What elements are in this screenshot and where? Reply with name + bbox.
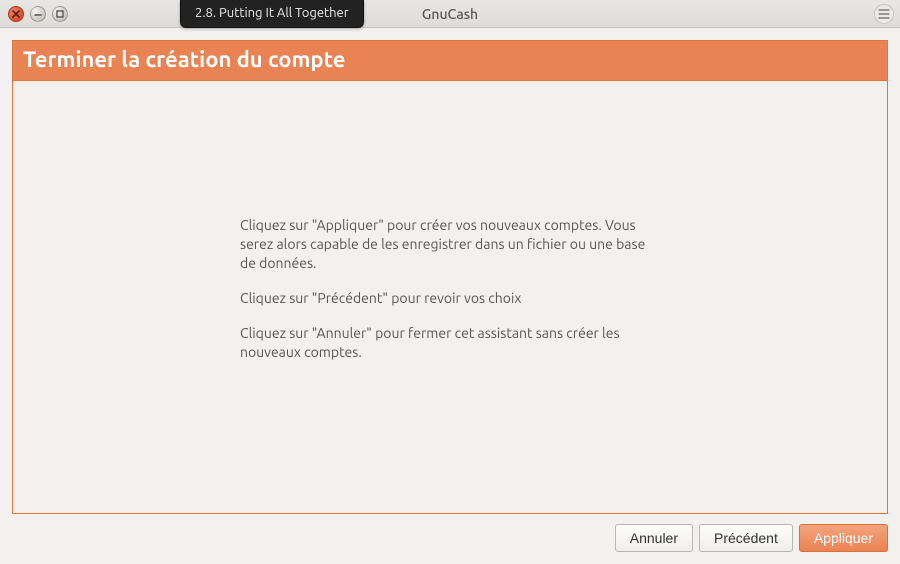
content-area: Terminer la création du compte Cliquez s… — [0, 28, 900, 564]
wizard-header: Terminer la création du compte — [12, 40, 888, 80]
paragraph-cancel: Cliquez sur "Annuler" pour fermer cet as… — [240, 324, 660, 362]
body-text: Cliquez sur "Appliquer" pour créer vos n… — [240, 216, 660, 377]
window-controls — [8, 6, 68, 22]
apply-button[interactable]: Appliquer — [799, 524, 888, 552]
chapter-tag: 2.8. Putting It All Together — [180, 0, 364, 28]
back-button[interactable]: Précédent — [699, 524, 793, 552]
wizard-body: Cliquez sur "Appliquer" pour créer vos n… — [12, 80, 888, 514]
window-title: GnuCash — [0, 6, 900, 22]
minimize-button[interactable] — [30, 6, 46, 22]
button-row: Annuler Précédent Appliquer — [12, 514, 888, 552]
paragraph-apply: Cliquez sur "Appliquer" pour créer vos n… — [240, 216, 660, 273]
titlebar: GnuCash 2.8. Putting It All Together — [0, 0, 900, 28]
cancel-button[interactable]: Annuler — [615, 524, 693, 552]
hamburger-icon[interactable] — [874, 4, 894, 24]
close-button[interactable] — [8, 6, 24, 22]
maximize-button[interactable] — [52, 6, 68, 22]
paragraph-back: Cliquez sur "Précédent" pour revoir vos … — [240, 289, 660, 308]
